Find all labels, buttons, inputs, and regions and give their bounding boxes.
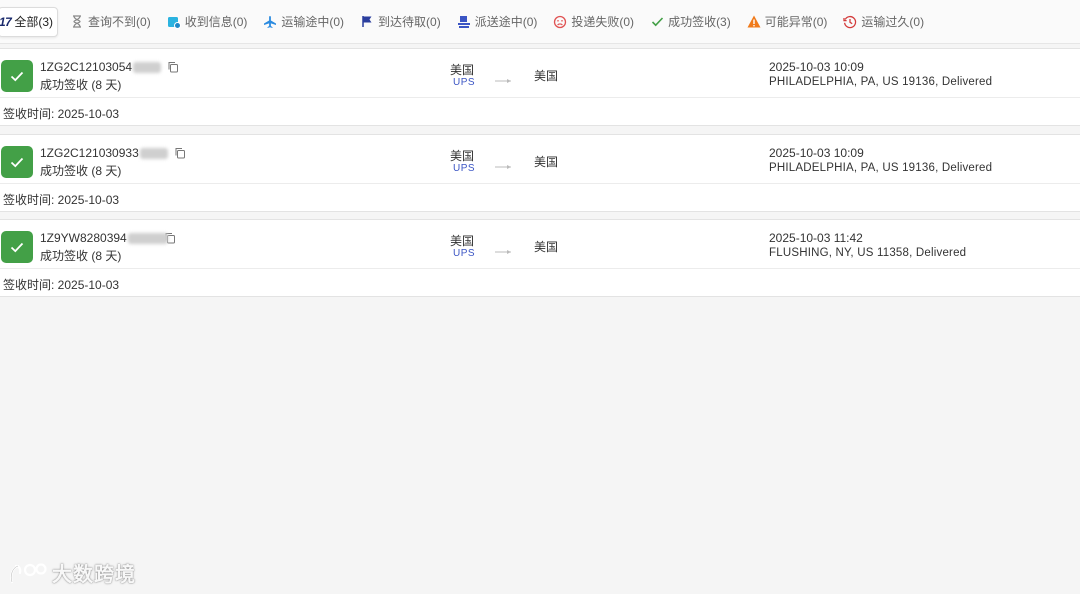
tab-expired[interactable]: 运输过久(0) bbox=[835, 7, 932, 37]
origin-country: 美国 bbox=[450, 234, 475, 248]
tab-delivered[interactable]: 成功签收(3) bbox=[642, 7, 739, 37]
shipment-card[interactable]: 1Z9YW8280394 成功签收 (8 天) 美国 UPS 美国 2025-1… bbox=[0, 219, 1080, 297]
route-arrow-icon bbox=[495, 71, 513, 89]
origin-country: 美国 bbox=[450, 149, 475, 163]
delivered-status-checkmark-icon bbox=[1, 60, 33, 92]
airplane-icon bbox=[263, 15, 277, 29]
info-received-icon bbox=[167, 15, 181, 29]
delivered-status-checkmark-icon bbox=[1, 146, 33, 178]
delivery-status: 成功签收 (8 天) bbox=[40, 78, 122, 92]
tab-out-for-delivery[interactable]: 派送途中(0) bbox=[449, 7, 546, 37]
shipment-card[interactable]: 1ZG2C12103054 成功签收 (8 天) 美国 UPS 美国 2025-… bbox=[0, 48, 1080, 126]
tab-out-for-delivery-label: 派送途中(0) bbox=[474, 15, 538, 29]
sign-time: 签收时间: 2025-10-03 bbox=[3, 278, 120, 292]
tracking-number-text: 1Z9YW8280394 bbox=[40, 231, 127, 245]
tab-info-received-label: 收到信息(0) bbox=[184, 15, 248, 29]
tab-undelivered[interactable]: 投递失败(0) bbox=[545, 7, 642, 37]
latest-event-description: PHILADELPHIA, PA, US 19136, Delivered bbox=[769, 76, 993, 88]
tracking-number-text: 1ZG2C12103054 bbox=[40, 60, 133, 74]
sad-face-icon bbox=[553, 15, 567, 29]
redacted-tracking-blur bbox=[139, 147, 168, 159]
watermark: 大数跨境 bbox=[8, 558, 136, 587]
tab-expired-label: 运输过久(0) bbox=[861, 15, 925, 29]
tab-in-transit[interactable]: 运输途中(0) bbox=[255, 7, 352, 37]
shipment-card[interactable]: 1ZG2C121030933 成功签收 (8 天) 美国 UPS 美国 2025… bbox=[0, 134, 1080, 212]
delivery-icon bbox=[457, 15, 471, 29]
copy-icon[interactable] bbox=[167, 61, 179, 73]
redacted-tracking-blur bbox=[133, 61, 162, 73]
status-tab-bar: 17 全部(3) 查询不到(0) 收到信息(0) 运输途中(0) 到达待取(0)… bbox=[0, 0, 1080, 44]
tab-not-found-label: 查询不到(0) bbox=[88, 15, 151, 29]
latest-event-description: PHILADELPHIA, PA, US 19136, Delivered bbox=[769, 162, 993, 174]
sign-time: 签收时间: 2025-10-03 bbox=[3, 193, 120, 207]
tracking-number[interactable]: 1Z9YW8280394 bbox=[40, 231, 176, 245]
flag-icon bbox=[360, 15, 374, 29]
destination-country: 美国 bbox=[534, 155, 559, 169]
destination-country: 美国 bbox=[534, 69, 559, 83]
tracking-number-text: 1ZG2C121030933 bbox=[40, 146, 139, 160]
warning-icon bbox=[747, 15, 761, 29]
origin-country: 美国 bbox=[450, 63, 475, 77]
delivered-status-checkmark-icon bbox=[1, 231, 33, 263]
tab-pick-up[interactable]: 到达待取(0) bbox=[352, 7, 449, 37]
tab-info-received[interactable]: 收到信息(0) bbox=[159, 7, 256, 37]
clock-history-icon bbox=[843, 15, 857, 29]
redacted-tracking-blur bbox=[127, 232, 168, 244]
latest-event-time: 2025-10-03 11:42 bbox=[769, 231, 863, 245]
shipment-summary-row: 1ZG2C12103054 成功签收 (8 天) 美国 UPS 美国 2025-… bbox=[0, 49, 1080, 98]
delivery-status: 成功签收 (8 天) bbox=[40, 249, 122, 263]
carrier-link[interactable]: UPS bbox=[453, 77, 475, 88]
latest-event-time: 2025-10-03 10:09 bbox=[769, 60, 864, 74]
tab-not-found[interactable]: 查询不到(0) bbox=[62, 7, 159, 37]
destination-country: 美国 bbox=[534, 240, 559, 254]
carrier-link[interactable]: UPS bbox=[453, 163, 475, 174]
shipment-summary-row: 1ZG2C121030933 成功签收 (8 天) 美国 UPS 美国 2025… bbox=[0, 135, 1080, 184]
tab-pick-up-label: 到达待取(0) bbox=[378, 15, 441, 29]
tracking-number[interactable]: 1ZG2C12103054 bbox=[40, 60, 179, 74]
delivery-status: 成功签收 (8 天) bbox=[40, 164, 122, 178]
hourglass-icon bbox=[70, 15, 84, 29]
shipment-summary-row: 1Z9YW8280394 成功签收 (8 天) 美国 UPS 美国 2025-1… bbox=[0, 220, 1080, 269]
tracking-number[interactable]: 1ZG2C121030933 bbox=[40, 146, 186, 160]
sign-time: 签收时间: 2025-10-03 bbox=[3, 107, 120, 121]
tab-in-transit-label: 运输途中(0) bbox=[281, 15, 345, 29]
route-arrow-icon bbox=[495, 157, 513, 175]
tab-alert[interactable]: 可能异常(0) bbox=[739, 7, 836, 37]
tab-delivered-label: 成功签收(3) bbox=[668, 15, 731, 29]
watermark-logo-icon bbox=[10, 562, 47, 583]
latest-event-time: 2025-10-03 10:09 bbox=[769, 146, 864, 160]
tab-all-label: 全部(3) bbox=[14, 15, 54, 29]
tab-all[interactable]: 17 全部(3) bbox=[0, 6, 59, 37]
seventeen-track-logo: 17 bbox=[0, 14, 12, 29]
tab-alert-label: 可能异常(0) bbox=[764, 15, 828, 29]
watermark-text: 大数跨境 bbox=[52, 564, 136, 586]
tab-undelivered-label: 投递失败(0) bbox=[571, 15, 635, 29]
latest-event-description: FLUSHING, NY, US 11358, Delivered bbox=[769, 247, 967, 259]
checkmark-icon bbox=[650, 15, 664, 29]
carrier-link[interactable]: UPS bbox=[453, 248, 475, 259]
route-arrow-icon bbox=[495, 242, 513, 260]
copy-icon[interactable] bbox=[174, 147, 186, 159]
